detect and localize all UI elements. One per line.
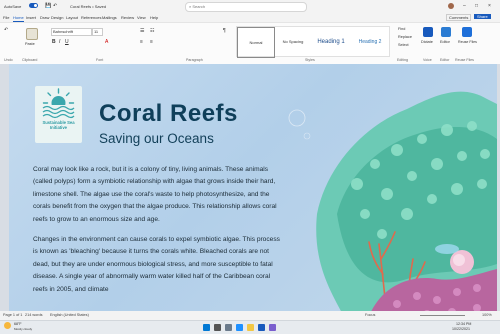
group-font-label: Font [96,58,104,62]
search-input[interactable]: Search [192,4,205,9]
zoom-slider[interactable] [420,315,465,316]
group-styles-label: Styles [305,58,315,62]
tab-design[interactable]: Design [51,15,63,20]
tab-help[interactable]: Help [150,15,158,20]
style-no-spacing[interactable]: No Spacing [275,27,311,56]
document-title: Coral Reefs • Saved [70,4,107,9]
clock-time[interactable]: 12:34 PM [456,322,471,326]
search-taskbar-icon[interactable] [214,324,221,331]
search-icon: ⌕ [189,4,192,9]
minimize-icon[interactable]: – [463,3,466,9]
avatar[interactable] [448,3,454,9]
group-voice-label: Voice [423,58,432,62]
search-box[interactable]: ⌕ Search [185,2,307,12]
autosave-toggle[interactable] [29,3,38,8]
document-body[interactable]: Coral may look like a rock, but it is a … [33,164,285,304]
document-title-heading[interactable]: Coral Reefs [99,100,238,128]
style-normal[interactable]: Normal [237,27,275,58]
numbering-icon[interactable]: ☷ [150,28,154,34]
body-paragraph[interactable]: Changes in the environment can cause cor… [33,234,285,296]
align-center-icon[interactable]: ≡ [150,39,153,45]
tab-view[interactable]: View [137,15,146,20]
edge-icon[interactable] [236,324,243,331]
sustainable-sea-logo: Sustainable Sea Initiative [35,86,82,143]
weather-temp[interactable]: 68°F [14,322,22,326]
tab-references[interactable]: References [81,15,101,20]
group-clipboard-label: Clipboard [22,58,38,62]
language-indicator[interactable]: English (United States) [50,313,89,317]
select-button[interactable]: Select [398,43,409,47]
word-icon[interactable] [258,324,265,331]
tab-insert[interactable]: Insert [26,15,36,20]
ribbon: ↶ Undo Paste Clipboard Bahnschrift 11 B … [0,22,500,66]
ribbon-tabs: File Home Insert Draw Design Layout Refe… [0,13,500,22]
italic-button[interactable]: I [59,39,60,45]
group-editing-label: Editing [397,58,408,62]
undo-icon[interactable]: ↶ [53,3,57,9]
editor-button[interactable]: Editor [440,40,450,44]
tab-layout[interactable]: Layout [66,15,78,20]
find-button[interactable]: Find [398,27,405,31]
paste-button[interactable]: Paste [25,42,35,46]
word-count[interactable]: 214 words [25,313,43,317]
styles-gallery: Normal No Spacing Heading 1 Heading 2 [236,26,390,58]
font-name-select[interactable]: Bahnschrift [51,28,92,36]
teams-icon[interactable] [269,324,276,331]
body-paragraph[interactable]: Coral may look like a rock, but it is a … [33,164,285,226]
document-subtitle[interactable]: Saving our Oceans [99,131,214,146]
align-left-icon[interactable]: ≡ [140,39,143,45]
coral-illustration [288,91,497,322]
comments-button[interactable]: Comments [446,14,472,21]
weather-desc[interactable]: Mostly cloudy [14,327,32,331]
style-heading-1[interactable]: Heading 1 [311,27,351,56]
focus-button[interactable]: Focus [365,313,375,317]
bold-button[interactable]: B [52,39,56,45]
autosave-label: AutoSave [4,4,22,9]
undo-button[interactable]: ↶ [4,27,8,33]
font-size-select[interactable]: 11 [92,28,103,36]
weather-icon[interactable] [4,322,11,329]
editor-icon[interactable] [441,27,451,37]
clock-date[interactable]: 10/22/2021 [452,327,470,331]
taskbar: 68°F Mostly cloudy 12:34 PM 10/22/2021 [0,320,500,334]
reuse-files-button[interactable]: Reuse Files [458,40,478,44]
group-editor-label: Editor [440,58,450,62]
zoom-level[interactable]: 100% [482,313,492,317]
save-icon[interactable]: 💾 [45,3,51,9]
tab-mailings[interactable]: Mailings [102,15,117,20]
task-view-icon[interactable] [225,324,232,331]
status-bar: Page 1 of 1 214 words English (United St… [0,311,500,320]
font-color-icon[interactable]: A [105,39,108,45]
document-canvas[interactable]: Sustainable Sea Initiative Coral Reefs S… [0,64,500,322]
tab-file[interactable]: File [3,15,9,20]
sun-wave-icon [42,88,75,120]
microphone-icon[interactable] [423,27,433,37]
page-count[interactable]: Page 1 of 1 [3,313,22,317]
explorer-icon[interactable] [247,324,254,331]
logo-text: Sustainable Sea Initiative [42,120,75,130]
group-undo-label: Undo [4,58,13,62]
underline-button[interactable]: U [65,39,69,45]
style-heading-2[interactable]: Heading 2 [351,27,389,56]
start-icon[interactable] [203,324,210,331]
close-icon[interactable]: × [488,3,491,9]
group-reuse-label: Reuse Files [455,58,474,62]
bullets-icon[interactable]: ☰ [140,28,144,34]
replace-button[interactable]: Replace [398,35,412,39]
tab-home[interactable]: Home [13,15,24,22]
pilcrow-icon[interactable]: ¶ [223,28,226,34]
dictate-button[interactable]: Dictate [421,40,433,44]
group-paragraph-label: Paragraph [186,58,203,62]
tab-review[interactable]: Review [121,15,134,20]
share-button[interactable]: Share [474,14,491,19]
clipboard-icon[interactable] [26,28,38,40]
reuse-files-icon[interactable] [462,27,472,37]
maximize-icon[interactable]: □ [475,3,478,9]
title-bar: AutoSave 💾 ↶ Coral Reefs • Saved ⌕ Searc… [0,0,500,13]
document-page[interactable]: Sustainable Sea Initiative Coral Reefs S… [9,64,497,322]
tab-draw[interactable]: Draw [40,15,49,20]
